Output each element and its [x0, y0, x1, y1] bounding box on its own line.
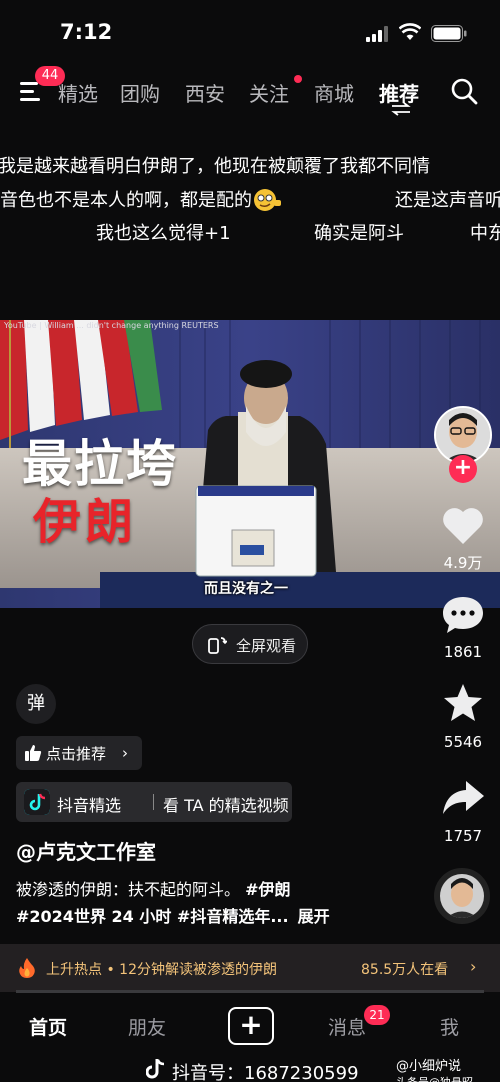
video-headline-red: 伊朗 — [33, 494, 138, 550]
follow-plus-button[interactable]: + — [449, 455, 477, 483]
cellular-signal-icon — [366, 26, 388, 42]
heart-icon[interactable] — [440, 504, 486, 546]
nav-friends[interactable]: 朋友 — [128, 1013, 166, 1040]
comment-count: 1861 — [443, 643, 483, 661]
source-watermark: @小细炉说 — [396, 1059, 462, 1074]
fullscreen-rotate-icon — [208, 637, 227, 654]
music-disc[interactable] — [434, 868, 490, 924]
recommend-button[interactable]: 点击推荐 › — [16, 736, 142, 770]
source-watermark-secondary: 头条号@独悬昭 — [396, 1074, 473, 1082]
wifi-icon — [399, 23, 421, 40]
tab-jingxuan[interactable]: 精选 — [58, 78, 98, 107]
status-time: 7:12 — [60, 20, 113, 44]
danmaku-comment: 确实是阿斗 — [314, 223, 404, 244]
star-favorite-icon[interactable] — [440, 682, 486, 724]
battery-icon — [431, 25, 467, 42]
following-new-dot — [294, 75, 302, 83]
tab-xian[interactable]: 西安 — [185, 78, 225, 107]
trending-text: 上升热点 • 12分钟解读被渗透的伊朗 — [46, 962, 277, 978]
nav-me[interactable]: 我 — [440, 1013, 459, 1040]
video-progress-bar[interactable] — [16, 990, 484, 993]
douyin-watermark-logo-icon — [146, 1059, 165, 1079]
nav-home[interactable]: 首页 — [29, 1013, 67, 1040]
trending-hot-bar[interactable]: 上升热点 • 12分钟解读被渗透的伊朗 85.5万人在看 › — [0, 944, 500, 992]
favorite-count: 5546 — [443, 733, 483, 751]
create-post-button[interactable]: + — [228, 1007, 274, 1045]
chevron-right-icon: › — [470, 957, 477, 976]
danmaku-comment: 音色也不是本人的啊，都是配的 — [0, 186, 282, 212]
danmaku-toggle-button[interactable]: 弹 — [16, 684, 56, 724]
video-subtitle: 而且没有之一 — [204, 581, 288, 597]
jingxuan-brand: 抖音精选 — [57, 796, 122, 815]
switch-arrows-icon[interactable] — [390, 102, 412, 116]
recommend-label: 点击推荐 — [46, 745, 107, 763]
douyin-logo-icon — [24, 789, 50, 815]
nav-messages[interactable]: 消息 — [328, 1013, 366, 1040]
share-arrow-icon[interactable] — [440, 778, 486, 820]
creator-avatar-image — [436, 408, 490, 462]
music-disc-avatar — [440, 874, 484, 918]
watching-count: 85.5万人在看 — [361, 962, 449, 978]
divider — [153, 794, 154, 810]
search-icon[interactable] — [450, 77, 478, 105]
chevron-right-icon: › — [122, 744, 128, 762]
like-count: 4.9万 — [443, 554, 483, 572]
tab-tuangou[interactable]: 团购 — [120, 78, 160, 107]
danmaku-comment: 我也这么觉得+1 — [96, 223, 231, 244]
douyin-id-watermark: 抖音号：1687230599 — [172, 1063, 359, 1082]
fullscreen-button[interactable]: 全屏观看 — [192, 624, 308, 664]
share-count: 1757 — [443, 827, 483, 845]
hashtag[interactable]: #伊朗 — [245, 880, 290, 899]
hashtag[interactable]: #2024世界 24 小时 #抖音精选年... — [16, 907, 289, 926]
video-description: 被渗透的伊朗：扶不起的阿斗。 #伊朗 — [16, 876, 291, 900]
thumbs-up-icon — [25, 745, 42, 761]
danmaku-comment: 我是越来越看明白伊朗了，他现在被颠覆了我都不同情 — [0, 156, 430, 177]
tab-following[interactable]: 关注 — [249, 78, 289, 107]
danmaku-comment: 还是这声音听 — [395, 190, 500, 211]
fullscreen-label: 全屏观看 — [236, 637, 297, 655]
video-source-caption: YouTube | William ... didn't change anyt… — [4, 321, 219, 330]
danmaku-comment: 中东 — [470, 223, 500, 244]
comment-icon[interactable] — [440, 594, 486, 636]
author-name[interactable]: @卢克文工作室 — [16, 836, 156, 865]
danmaku-text: 音色也不是本人的啊，都是配的 — [0, 190, 252, 211]
expand-link[interactable]: 展开 — [298, 907, 330, 926]
jingxuan-banner[interactable]: 抖音精选 看 TA 的精选视频 — [16, 782, 292, 822]
messages-badge: 21 — [364, 1005, 390, 1025]
jingxuan-cta: 看 TA 的精选视频 — [163, 796, 289, 815]
tab-mall[interactable]: 商城 — [314, 78, 354, 107]
description-text: 被渗透的伊朗：扶不起的阿斗。 — [16, 880, 241, 899]
video-description: #2024世界 24 小时 #抖音精选年... 展开 — [16, 903, 330, 927]
status-bar: 7:12 — [0, 0, 500, 60]
fire-icon — [19, 958, 35, 978]
smirk-emoji-icon — [254, 189, 281, 211]
